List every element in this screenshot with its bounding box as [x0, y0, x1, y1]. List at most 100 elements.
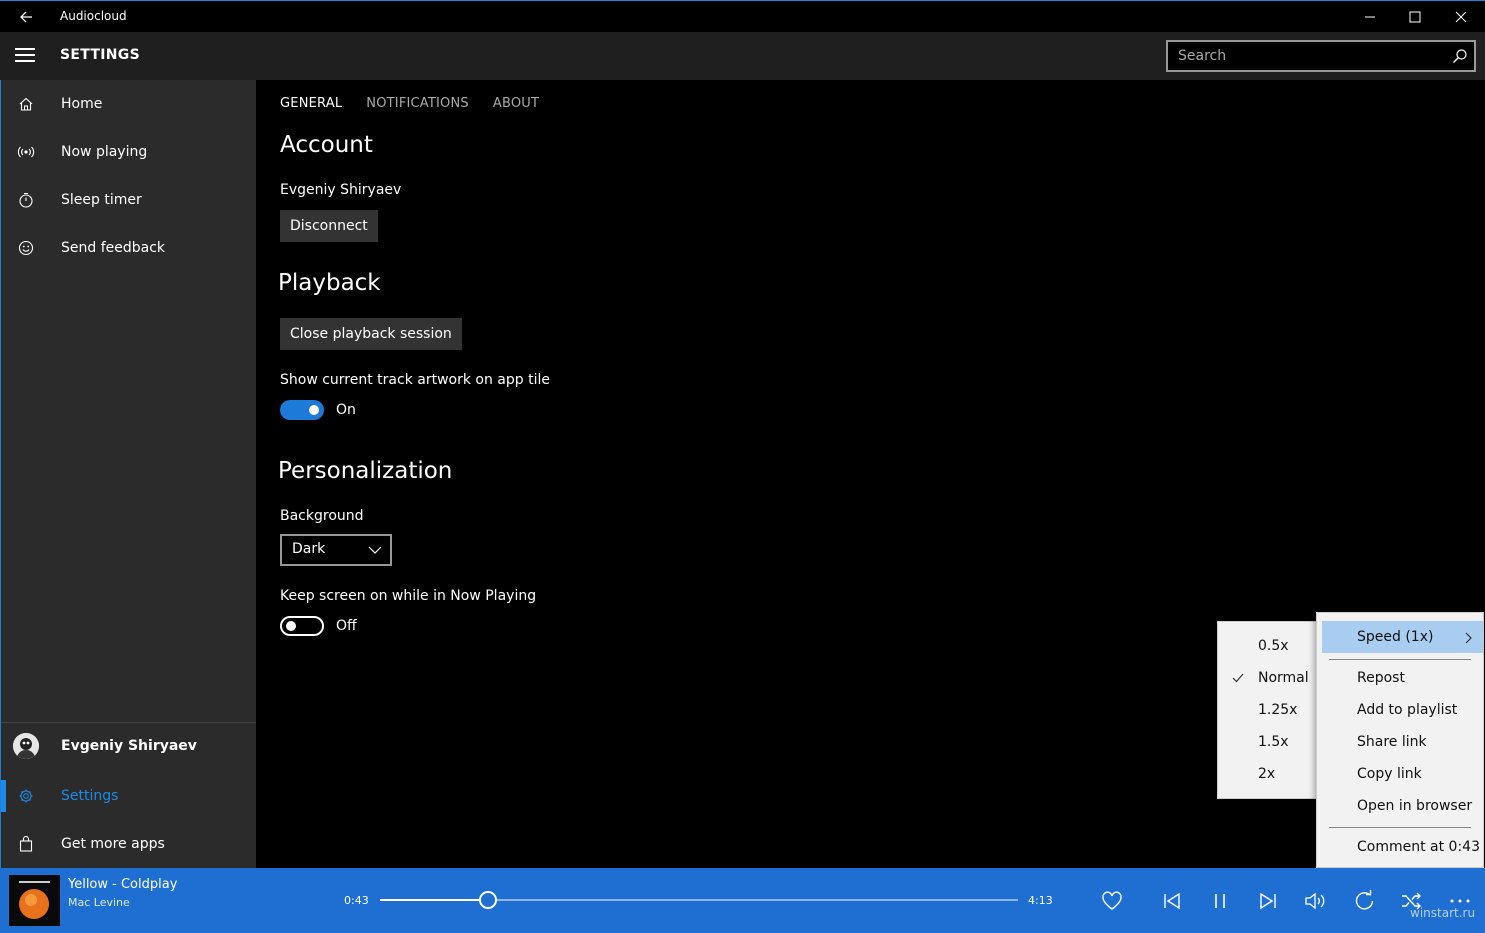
pause-icon: [1215, 894, 1225, 908]
app-title: Audiocloud: [60, 9, 127, 23]
menu-separator: [1329, 827, 1471, 828]
home-icon: [1, 96, 51, 112]
watermark: winstart.ru: [1410, 906, 1476, 920]
background-label: Background: [280, 508, 364, 524]
sidebar-item-label: Send feedback: [61, 240, 166, 256]
active-indicator: [1, 780, 6, 812]
sidebar-item-label: Settings: [61, 788, 119, 804]
broadcast-icon: [1, 144, 51, 160]
speed-option-normal[interactable]: Normal: [1218, 662, 1318, 694]
next-button[interactable]: [1255, 888, 1281, 914]
app-header: SETTINGS: [0, 32, 1485, 80]
skip-previous-icon: [1164, 892, 1180, 910]
menu-item-add-to-playlist[interactable]: Add to playlist: [1317, 694, 1483, 726]
sidebar-profile-name: Evgeniy Shiryaev: [61, 738, 197, 754]
smiley-icon: [1, 240, 51, 256]
menu-item-open-in-browser[interactable]: Open in browser: [1317, 790, 1483, 822]
sidebar-item-label: Sleep timer: [61, 192, 142, 208]
speed-option-2x[interactable]: 2x: [1218, 758, 1318, 790]
menu-separator: [1329, 659, 1471, 660]
album-artwork[interactable]: [9, 875, 60, 926]
speed-option-0-5x[interactable]: 0.5x: [1218, 630, 1318, 662]
search-input[interactable]: [1168, 42, 1438, 70]
tab-notifications[interactable]: NOTIFICATIONS: [366, 96, 469, 111]
menu-item-speed[interactable]: Speed (1x): [1322, 621, 1483, 653]
chevron-right-icon: [1465, 632, 1472, 644]
tab-general[interactable]: GENERAL: [280, 96, 342, 111]
timer-icon: [1, 192, 51, 208]
menu-item-comment[interactable]: Comment at 0:43: [1317, 831, 1483, 863]
like-button[interactable]: [1099, 888, 1125, 914]
personalization-heading: Personalization: [278, 458, 453, 484]
close-button[interactable]: [1438, 1, 1484, 33]
background-select-value: Dark: [292, 541, 326, 557]
volume-icon: [1305, 892, 1325, 910]
seek-thumb[interactable]: [479, 891, 498, 909]
menu-item-share-link[interactable]: Share link: [1317, 726, 1483, 758]
close-icon: [1455, 11, 1467, 23]
repeat-button[interactable]: [1351, 888, 1377, 914]
tab-about[interactable]: ABOUT: [493, 96, 539, 111]
avatar: [13, 733, 39, 759]
menu-item-repost[interactable]: Repost: [1317, 662, 1483, 694]
sidebar-item-profile[interactable]: Evgeniy Shiryaev: [1, 722, 257, 770]
menu-item-copy-link[interactable]: Copy link: [1317, 758, 1483, 790]
chevron-down-icon: [368, 546, 382, 554]
sidebar-item-sleep-timer[interactable]: Sleep timer: [1, 176, 257, 224]
keep-screen-label: Keep screen on while in Now Playing: [280, 588, 537, 604]
playback-heading: Playback: [278, 270, 381, 296]
seek-progress: [380, 899, 489, 901]
store-bag-icon: [1, 836, 51, 852]
pause-button[interactable]: [1207, 888, 1233, 914]
sidebar-item-now-playing[interactable]: Now playing: [1, 128, 257, 176]
total-time: 4:13: [1028, 894, 1053, 907]
sidebar: Home Now playing Sleep timer Send feedba…: [0, 80, 257, 868]
keep-screen-state: Off: [336, 618, 357, 634]
maximize-button[interactable]: [1392, 1, 1438, 33]
minimize-icon: [1365, 16, 1375, 18]
back-button[interactable]: [14, 5, 38, 29]
heart-icon: [1102, 891, 1122, 910]
account-heading: Account: [280, 132, 373, 158]
page-title: SETTINGS: [60, 47, 140, 63]
skip-next-icon: [1260, 892, 1276, 910]
track-title[interactable]: Yellow - Coldplay: [68, 877, 177, 892]
sidebar-item-home[interactable]: Home: [1, 80, 257, 128]
current-time: 0:43: [344, 894, 369, 907]
settings-tabs: GENERAL NOTIFICATIONS ABOUT: [280, 96, 539, 111]
speed-option-1-5x[interactable]: 1.5x: [1218, 726, 1318, 758]
artwork-toggle-state: On: [336, 402, 356, 418]
sidebar-item-label: Home: [61, 96, 103, 112]
track-artist[interactable]: Mac Levine: [68, 896, 130, 909]
account-user-name: Evgeniy Shiryaev: [280, 182, 402, 198]
search-box[interactable]: [1166, 40, 1476, 72]
background-select[interactable]: Dark: [280, 534, 392, 566]
search-icon[interactable]: [1452, 48, 1468, 64]
player-bar: Yellow - Coldplay Mac Levine 0:43 4:13 w…: [0, 868, 1485, 933]
speed-submenu: 0.5x Normal 1.25x 1.5x 2x: [1217, 621, 1319, 799]
hamburger-menu-button[interactable]: [12, 44, 38, 68]
gear-icon: [1, 788, 51, 804]
artwork-toggle[interactable]: [280, 400, 324, 420]
checkmark-icon: [1232, 673, 1244, 683]
artwork-toggle-label: Show current track artwork on app tile: [280, 372, 550, 388]
close-playback-session-button[interactable]: Close playback session: [280, 318, 462, 350]
repeat-icon: [1355, 890, 1374, 910]
volume-button[interactable]: [1303, 888, 1329, 914]
sidebar-item-label: Now playing: [61, 144, 148, 160]
speed-option-1-25x[interactable]: 1.25x: [1218, 694, 1318, 726]
minimize-button[interactable]: [1347, 1, 1393, 33]
previous-button[interactable]: [1159, 888, 1185, 914]
sidebar-item-settings[interactable]: Settings: [1, 772, 257, 820]
disconnect-button[interactable]: Disconnect: [280, 210, 378, 242]
back-arrow-icon: [20, 11, 32, 23]
more-options-menu: Speed (1x) Repost Add to playlist Share …: [1316, 612, 1484, 868]
sidebar-item-label: Get more apps: [61, 836, 165, 852]
sidebar-item-send-feedback[interactable]: Send feedback: [1, 224, 257, 272]
title-bar: Audiocloud: [0, 0, 1485, 32]
keep-screen-toggle[interactable]: [280, 616, 324, 636]
maximize-icon: [1409, 11, 1421, 23]
seek-bar[interactable]: [380, 891, 1018, 909]
sidebar-item-get-more-apps[interactable]: Get more apps: [1, 820, 257, 868]
more-dots-icon: [1450, 899, 1470, 903]
